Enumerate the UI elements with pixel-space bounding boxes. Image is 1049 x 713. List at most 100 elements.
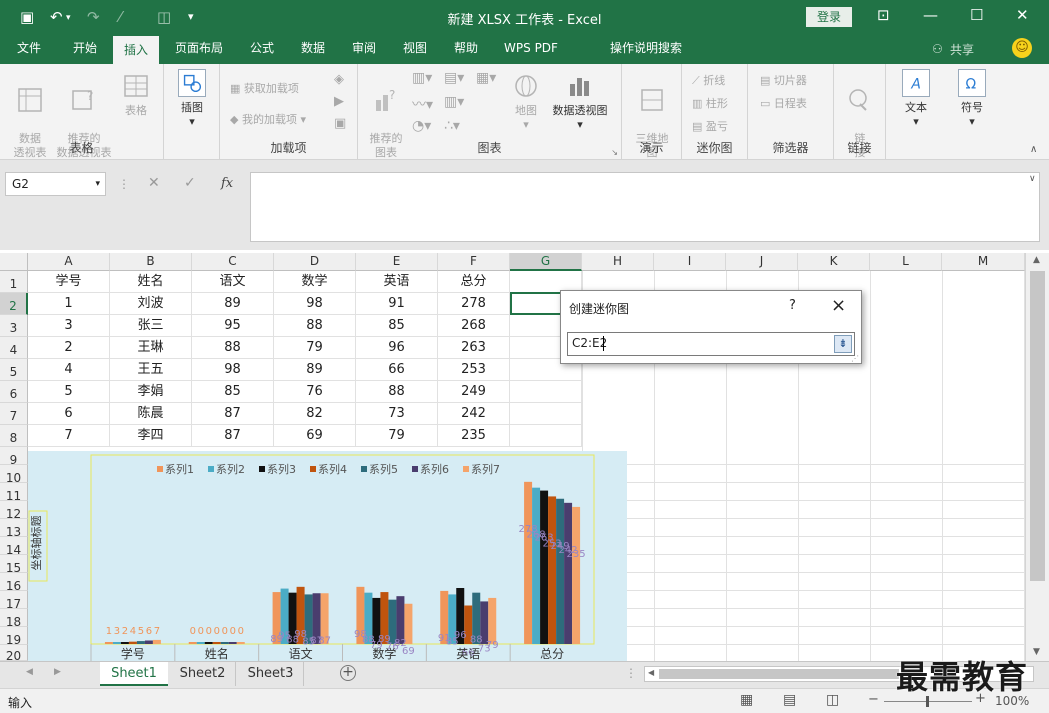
sheet-tab-1[interactable]: Sheet1 — [100, 662, 168, 686]
table-cell[interactable]: 76 — [274, 381, 356, 403]
expand-formula-icon[interactable]: ∨ — [1029, 174, 1036, 184]
name-box[interactable]: G2 ▾ — [5, 172, 106, 196]
tab-review[interactable]: 审阅 — [343, 34, 385, 64]
tell-me-search[interactable]: 操作说明搜索 — [606, 34, 686, 64]
tab-page-layout[interactable]: 页面布局 — [168, 34, 230, 64]
zoom-out-icon[interactable]: − — [868, 692, 879, 707]
column-header[interactable]: J — [726, 253, 798, 271]
share-button[interactable]: 共享 — [950, 41, 974, 58]
statistic-chart-icon[interactable]: ▥▾ — [444, 94, 464, 110]
row-header-selected[interactable]: 2 — [0, 293, 28, 315]
table-header-cell[interactable]: 英语 — [356, 271, 438, 293]
hierarchy-chart-icon[interactable]: ▤▾ — [444, 70, 464, 86]
table-cell[interactable]: 91 — [356, 293, 438, 315]
enter-icon[interactable]: ✓ — [184, 175, 196, 191]
table-cell[interactable]: 张三 — [110, 315, 192, 337]
sparkline-column-button[interactable]: ▥ 柱形 — [692, 95, 728, 111]
login-button[interactable]: 登录 — [806, 7, 852, 27]
scroll-down-icon[interactable]: ▼ — [1033, 647, 1040, 657]
row-header[interactable]: 15 — [0, 555, 28, 575]
scatter-chart-icon[interactable]: ∴▾ — [444, 118, 460, 134]
table-cell[interactable] — [510, 425, 582, 447]
table-cell[interactable]: 85 — [356, 315, 438, 337]
column-header[interactable]: D — [274, 253, 356, 271]
table-cell[interactable]: 1 — [28, 293, 110, 315]
sheet-next-icon[interactable]: ▶ — [54, 667, 61, 677]
column-header[interactable]: F — [438, 253, 510, 271]
pivot-chart-button[interactable]: 数据透视图 ▾ — [548, 72, 612, 132]
table-cell[interactable]: 66 — [356, 359, 438, 381]
row-header[interactable]: 18 — [0, 609, 28, 629]
table-cell[interactable]: 87 — [192, 425, 274, 447]
page-layout-view-icon[interactable]: ▤ — [783, 692, 796, 708]
scroll-left-icon[interactable]: ◀ — [648, 668, 654, 677]
row-header[interactable]: 10 — [0, 465, 28, 485]
table-cell[interactable] — [510, 403, 582, 425]
table-cell[interactable]: 79 — [356, 425, 438, 447]
get-addins-button[interactable]: ▦ 获取加载项 — [230, 80, 299, 96]
normal-view-icon[interactable]: ▦ — [740, 692, 753, 708]
row-header[interactable]: 14 — [0, 537, 28, 557]
table-cell[interactable]: 235 — [438, 425, 510, 447]
sheet-tab-2[interactable]: Sheet2 — [170, 662, 236, 686]
table-cell[interactable]: 王五 — [110, 359, 192, 381]
table-header-cell[interactable]: 姓名 — [110, 271, 192, 293]
tab-home[interactable]: 开始 — [62, 34, 108, 64]
table-cell[interactable]: 82 — [274, 403, 356, 425]
column-header[interactable]: A — [28, 253, 110, 271]
waterfall-chart-icon[interactable]: ▦▾ — [476, 70, 496, 86]
scroll-up-icon[interactable]: ▲ — [1033, 255, 1040, 265]
column-header[interactable]: C — [192, 253, 274, 271]
create-sparkline-dialog[interactable]: 创建迷你图 ? × C2:E2 ⇟ ⋰ — [560, 290, 862, 364]
pie-chart-icon[interactable]: ◔▾ — [412, 118, 431, 134]
table-cell[interactable]: 69 — [274, 425, 356, 447]
table-cell[interactable]: 88 — [192, 337, 274, 359]
table-cell[interactable]: 79 — [274, 337, 356, 359]
column-header-selected[interactable]: G — [510, 253, 582, 271]
tab-help[interactable]: 帮助 — [445, 34, 487, 64]
table-cell[interactable]: 95 — [192, 315, 274, 337]
my-addins-button[interactable]: ◆ 我的加载项 ▾ — [230, 111, 306, 127]
sparkline-winloss-button[interactable]: ▤ 盈亏 — [692, 118, 728, 134]
tab-file[interactable]: 文件 — [8, 34, 50, 64]
column-header[interactable]: L — [870, 253, 942, 271]
embedded-chart[interactable]: 坐标轴标题 系列1 系列2 系列3 系列4 系列5 系列6 系列7 1 3 2 4 5 6 7 学号 0 0 0 0 0… — [28, 451, 627, 661]
table-header-cell[interactable]: 语文 — [192, 271, 274, 293]
cancel-icon[interactable]: ✕ — [148, 175, 160, 191]
row-header[interactable]: 5 — [0, 359, 28, 381]
table-header-cell[interactable]: 总分 — [438, 271, 510, 293]
table-button[interactable]: 表格 — [118, 72, 154, 118]
table-cell[interactable]: 2 — [28, 337, 110, 359]
table-cell[interactable]: 98 — [274, 293, 356, 315]
tab-formulas[interactable]: 公式 — [241, 34, 283, 64]
resize-grip-icon[interactable]: ⋰ — [851, 354, 859, 363]
ribbon-display-icon[interactable]: ⊡ — [877, 6, 890, 24]
table-cell[interactable]: 李四 — [110, 425, 192, 447]
table-cell[interactable]: 268 — [438, 315, 510, 337]
smiley-feedback-icon[interactable]: ☺ — [1012, 38, 1032, 58]
table-cell[interactable]: 88 — [274, 315, 356, 337]
sheet-prev-icon[interactable]: ◀ — [26, 667, 33, 677]
text-button[interactable]: A 文本 ▾ — [898, 69, 934, 129]
table-cell[interactable]: 98 — [192, 359, 274, 381]
column-header[interactable]: B — [110, 253, 192, 271]
timeline-button[interactable]: ▭ 日程表 — [760, 95, 807, 111]
table-header-cell[interactable]: 数学 — [274, 271, 356, 293]
row-header[interactable]: 11 — [0, 483, 28, 503]
row-header[interactable]: 8 — [0, 425, 28, 447]
table-cell[interactable]: 89 — [192, 293, 274, 315]
table-cell[interactable]: 87 — [192, 403, 274, 425]
sheet-tab-3[interactable]: Sheet3 — [238, 662, 304, 686]
share-icon[interactable]: ⚇ — [932, 42, 943, 56]
maximize-icon[interactable]: ☐ — [970, 6, 983, 24]
table-header-cell[interactable]: 学号 — [28, 271, 110, 293]
tab-data[interactable]: 数据 — [292, 34, 334, 64]
row-header[interactable]: 9 — [0, 447, 28, 467]
table-cell[interactable]: 4 — [28, 359, 110, 381]
collapse-ribbon-icon[interactable]: ∧ — [1030, 144, 1037, 155]
vertical-scroll-thumb[interactable] — [1030, 271, 1045, 581]
namebox-dropdown-icon[interactable]: ▾ — [95, 173, 100, 195]
row-header[interactable]: 20 — [0, 645, 28, 661]
tab-view[interactable]: 视图 — [394, 34, 436, 64]
people-graph-icon[interactable]: ▶ — [334, 94, 344, 109]
